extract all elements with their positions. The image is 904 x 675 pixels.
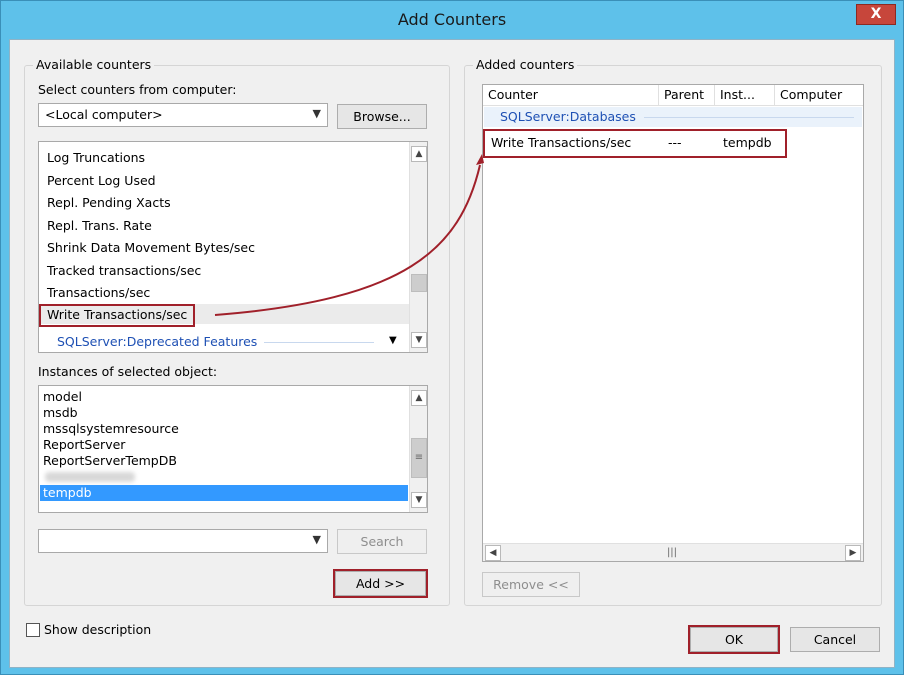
instance-item-selected[interactable]	[40, 485, 408, 501]
selected-counter-label: Write Transactions/sec	[39, 304, 196, 327]
column-counter[interactable]: Counter	[483, 85, 659, 106]
window-title: Add Counters	[397, 10, 507, 29]
added-counters-grid[interactable]: Counter Parent Inst... Computer SQLServe…	[482, 84, 864, 562]
browse-button[interactable]: Browse...	[337, 104, 427, 129]
scroll-thumb[interactable]: ≡	[411, 438, 427, 478]
object-group-row[interactable]: SQLServer:Databases	[484, 107, 862, 127]
column-computer[interactable]: Computer	[775, 85, 863, 106]
counter-item[interactable]: Repl. Pending Xacts	[47, 195, 171, 210]
counter-item[interactable]: Tracked transactions/sec	[47, 263, 201, 278]
show-description-checkbox[interactable]	[26, 623, 40, 637]
search-button[interactable]: Search	[337, 529, 427, 554]
row-parent: ---	[668, 135, 682, 150]
scroll-thumb[interactable]	[411, 274, 427, 292]
chevron-down-icon: ▼	[312, 533, 321, 546]
counters-scrollbar[interactable]: ▲ ▼	[409, 142, 427, 352]
instances-list[interactable]: model msdb mssqlsystemresource ReportSer…	[38, 385, 428, 513]
grid-header: Counter Parent Inst... Computer	[483, 85, 863, 106]
available-counters-label: Available counters	[33, 57, 155, 72]
object-group-label: SQLServer:Databases	[500, 109, 636, 124]
computer-select-value: <Local computer>	[45, 107, 163, 122]
instances-scrollbar[interactable]: ▲ ≡ ▼	[409, 386, 427, 512]
counter-item[interactable]: Log Truncations	[47, 150, 145, 165]
scroll-left-icon[interactable]: ◀	[485, 545, 501, 561]
title-bar: Add Counters X	[1, 1, 903, 39]
instance-search-input[interactable]: ▼	[38, 529, 328, 553]
instance-item[interactable]: model	[43, 389, 82, 404]
row-counter: Write Transactions/sec	[491, 135, 632, 150]
scroll-thumb[interactable]: |||	[505, 546, 839, 559]
select-computer-label: Select counters from computer:	[38, 82, 237, 97]
instance-item[interactable]: msdb	[43, 405, 78, 420]
blurred-instance-item[interactable]	[45, 472, 135, 482]
dialog-body: Available counters Select counters from …	[9, 39, 895, 668]
added-counters-label: Added counters	[473, 57, 578, 72]
horizontal-scrollbar[interactable]: ◀ ||| ▶	[483, 543, 863, 561]
row-instance: tempdb	[723, 135, 772, 150]
scroll-down-icon[interactable]: ▼	[411, 332, 427, 348]
column-instance[interactable]: Inst...	[715, 85, 775, 106]
scroll-up-icon[interactable]: ▲	[411, 146, 427, 162]
instance-item[interactable]: ReportServerTempDB	[43, 453, 177, 468]
add-button[interactable]: Add >>	[333, 569, 428, 598]
ok-button[interactable]: OK	[688, 625, 780, 654]
selected-instance-label: tempdb	[43, 485, 92, 500]
object-divider	[264, 342, 374, 343]
expand-chevron-icon[interactable]: ▼	[389, 335, 397, 346]
counters-list[interactable]: Log Truncations Percent Log Used Repl. P…	[38, 141, 428, 353]
object-header-deprecated[interactable]: SQLServer:Deprecated Features	[57, 334, 257, 349]
remove-button[interactable]: Remove <<	[482, 572, 580, 597]
instance-item[interactable]: ReportServer	[43, 437, 125, 452]
object-name: SQLServer:Deprecated Features	[57, 334, 258, 349]
instances-label: Instances of selected object:	[38, 364, 218, 379]
chevron-down-icon: ▼	[312, 107, 321, 120]
scroll-up-icon[interactable]: ▲	[411, 390, 427, 406]
close-button[interactable]: X	[856, 4, 896, 25]
counter-item[interactable]: Transactions/sec	[47, 285, 150, 300]
cancel-button[interactable]: Cancel	[790, 627, 880, 652]
counter-item[interactable]: Repl. Trans. Rate	[47, 218, 152, 233]
add-counters-dialog: Add Counters X Available counters Select…	[0, 0, 904, 675]
instance-item[interactable]: mssqlsystemresource	[43, 421, 179, 436]
computer-select[interactable]: <Local computer> ▼	[38, 103, 328, 127]
scroll-right-icon[interactable]: ▶	[845, 545, 861, 561]
column-parent[interactable]: Parent	[659, 85, 715, 106]
object-group-divider	[644, 117, 854, 118]
show-description-label[interactable]: Show description	[44, 622, 151, 637]
added-counter-row[interactable]: Write Transactions/sec --- tempdb	[483, 129, 787, 158]
counter-item[interactable]: Percent Log Used	[47, 173, 156, 188]
scroll-down-icon[interactable]: ▼	[411, 492, 427, 508]
counter-item[interactable]: Shrink Data Movement Bytes/sec	[47, 240, 255, 255]
